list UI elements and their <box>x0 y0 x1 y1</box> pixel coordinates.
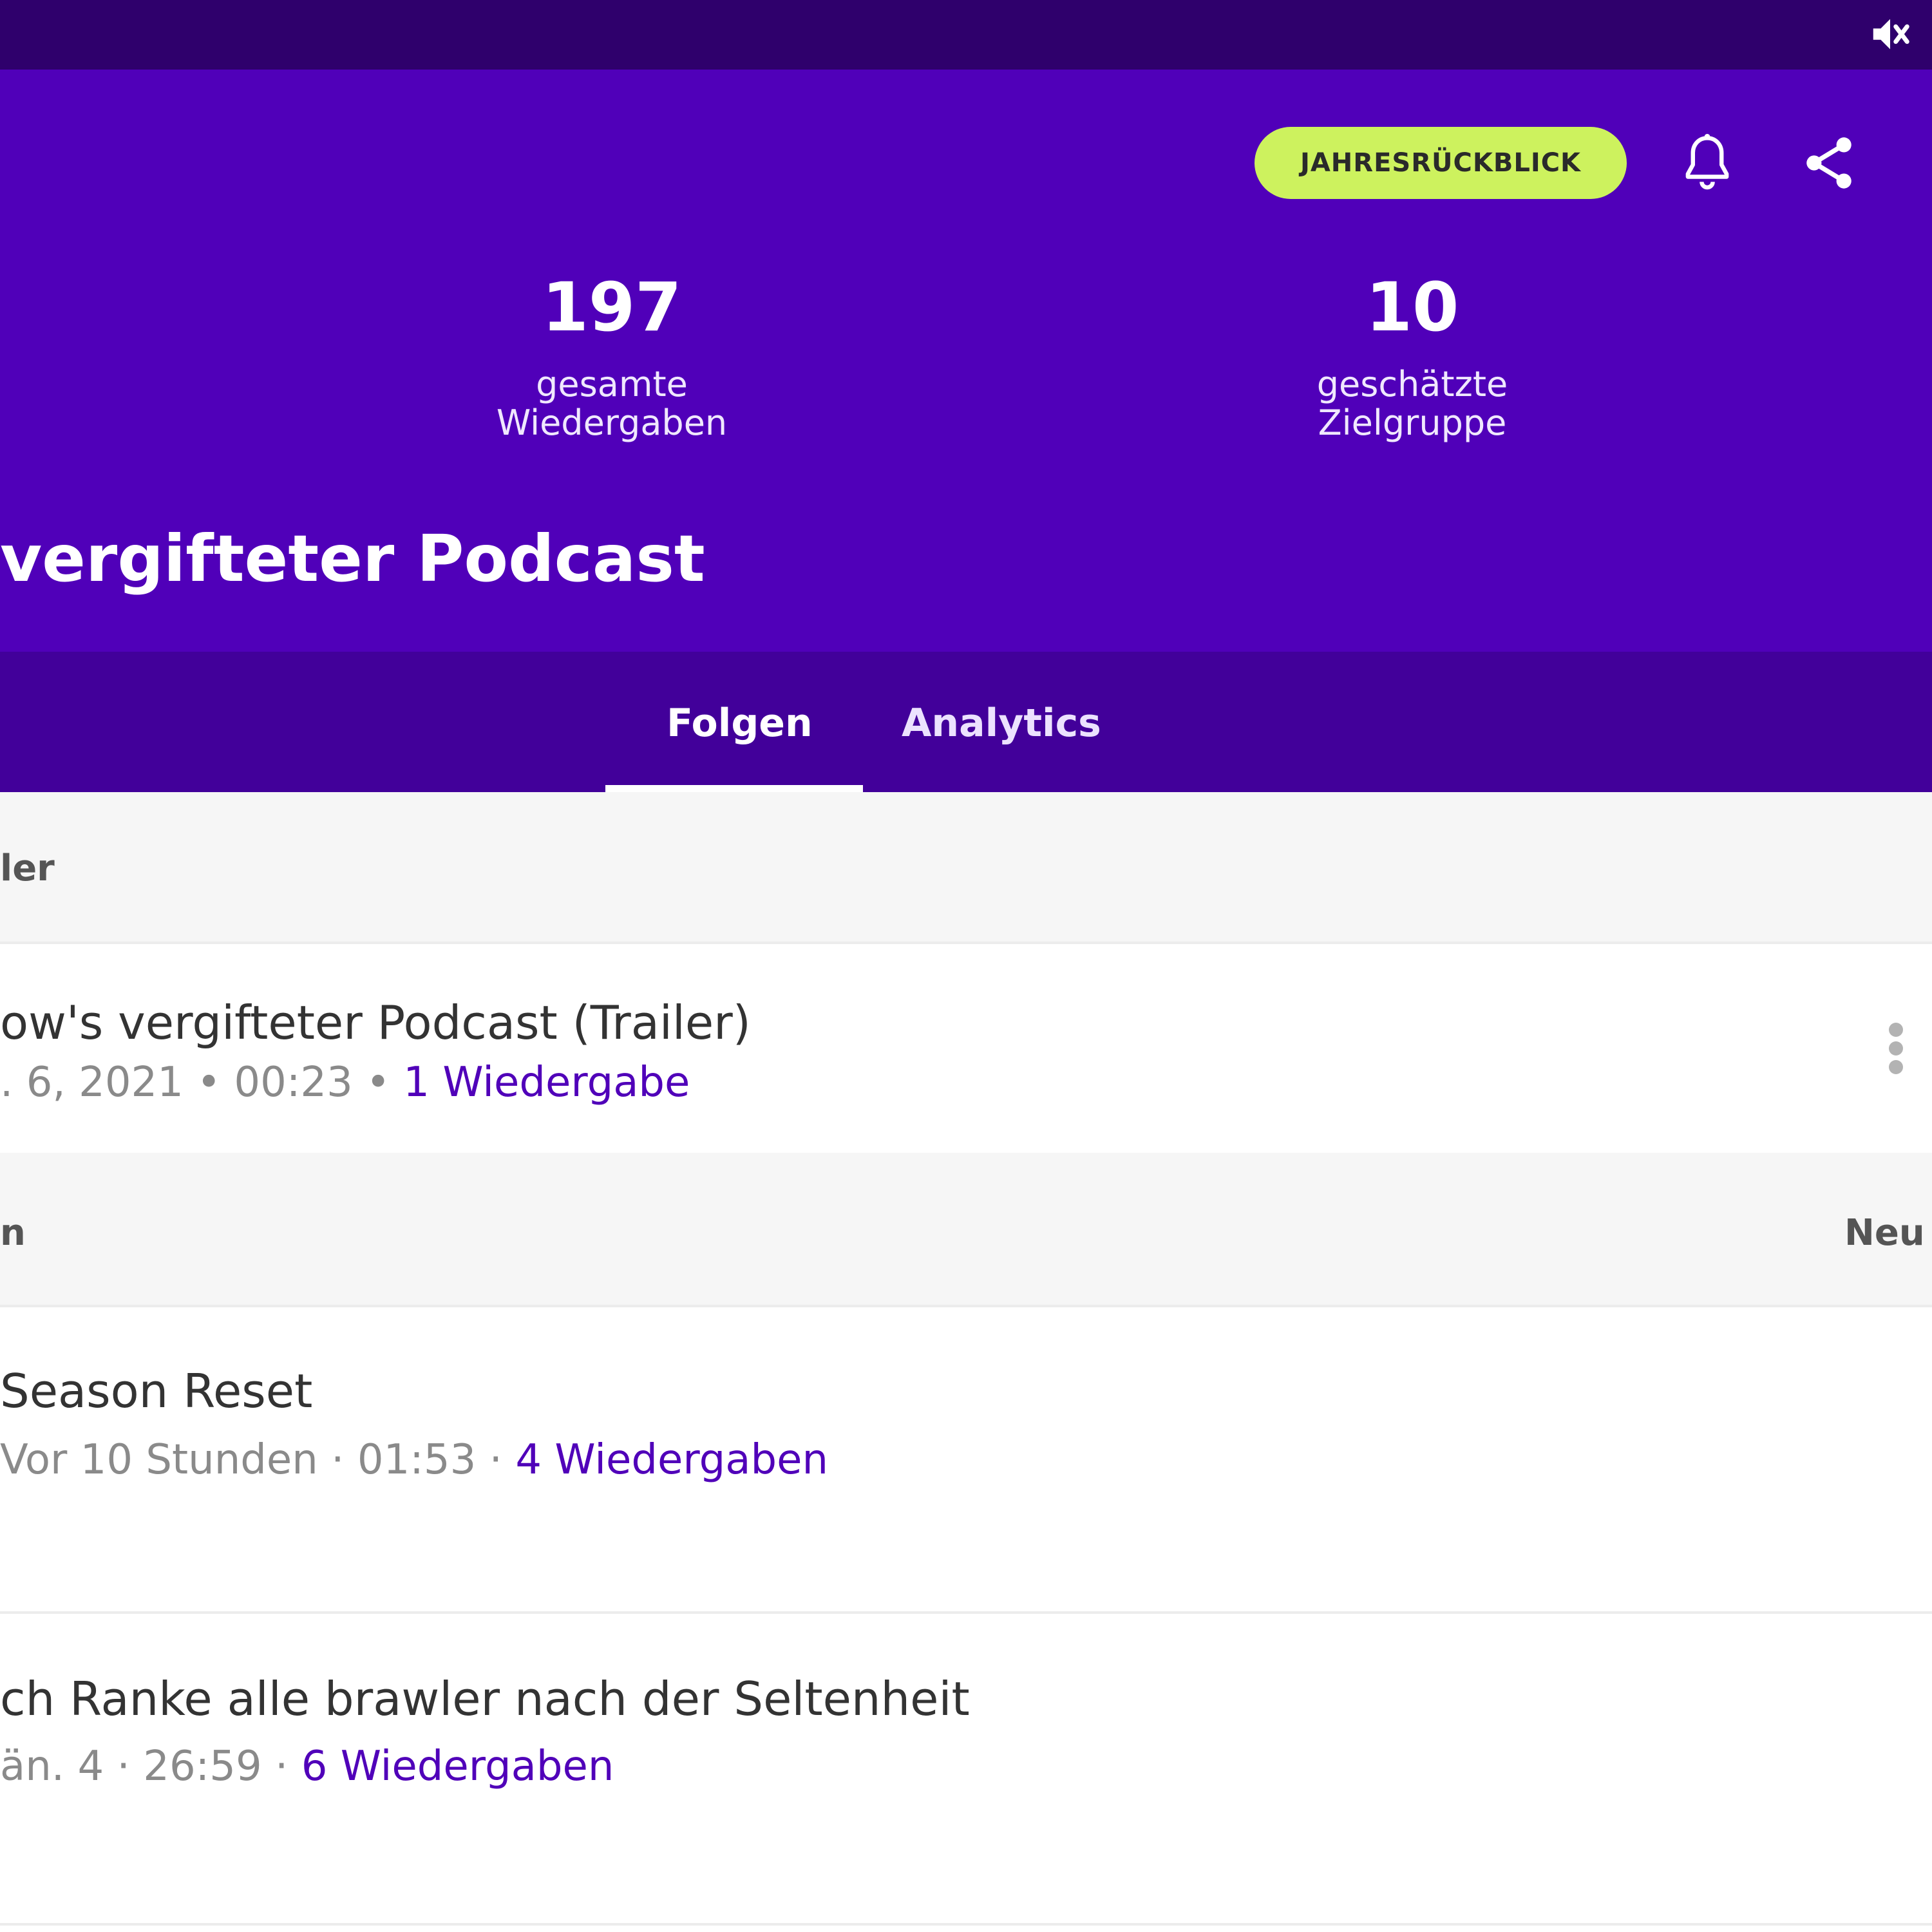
meta-separator: · <box>117 1743 144 1790</box>
tab-analytics[interactable]: Analytics <box>902 701 1101 746</box>
audience-label-line1: geschätzte <box>1316 364 1508 404</box>
episode-date: . 6, 2021 <box>0 1059 184 1106</box>
episode-duration: 01:53 <box>357 1436 477 1484</box>
trailer-section-heading: ler <box>0 848 55 889</box>
podcast-title: vergifteter Podcast <box>0 521 705 596</box>
episode-duration: 26:59 <box>143 1743 262 1790</box>
divider <box>0 1923 1932 1926</box>
total-plays-label-line2: Wiedergaben <box>496 402 728 443</box>
episode-plays-link[interactable]: 1 Wiedergabe <box>403 1059 690 1106</box>
audience-label: geschätzte Zielgruppe <box>1187 365 1638 442</box>
episode-plays-link[interactable]: 4 Wiedergaben <box>515 1436 828 1484</box>
meta-separator: · <box>275 1743 301 1790</box>
episode-title: ow's vergifteter Podcast (Trailer) <box>0 996 751 1050</box>
episode-plays-link[interactable]: 6 Wiedergaben <box>301 1743 614 1790</box>
audience-label-line2: Zielgruppe <box>1318 402 1507 443</box>
episode-meta: Vor 10 Stunden · 01:53 · 4 Wiedergaben <box>0 1436 828 1484</box>
year-review-button[interactable]: JAHRESRÜCKBLICK <box>1255 127 1627 199</box>
share-icon[interactable] <box>1803 135 1855 191</box>
episode-meta: . 6, 2021 • 00:23 • 1 Wiedergabe <box>0 1059 690 1106</box>
audience-value: 10 <box>1365 268 1459 346</box>
episode-duration: 00:23 <box>234 1059 353 1106</box>
episode-row[interactable]: ch Ranke alle brawler nach der Seltenhei… <box>0 1614 1932 1923</box>
trailer-section-header: ler <box>0 792 1932 942</box>
total-plays-value: 197 <box>542 268 682 346</box>
status-bar <box>0 0 1932 70</box>
episode-date: än. 4 <box>0 1743 104 1790</box>
meta-separator: · <box>489 1436 516 1484</box>
trailer-episode-row[interactable]: ow's vergifteter Podcast (Trailer) . 6, … <box>0 944 1932 1153</box>
episode-meta: än. 4 · 26:59 · 6 Wiedergaben <box>0 1743 614 1790</box>
tab-folgen[interactable]: Folgen <box>667 701 813 746</box>
episode-title: Season Reset <box>0 1364 313 1418</box>
episode-title: ch Ranke alle brawler nach der Seltenhei… <box>0 1672 970 1726</box>
volume-off-icon[interactable] <box>1868 12 1913 57</box>
episodes-section-heading: n <box>0 1212 26 1254</box>
total-plays-label-line1: gesamte <box>536 364 688 404</box>
episode-date: Vor 10 Stunden <box>0 1436 318 1484</box>
total-plays-label: gesamte Wiedergaben <box>386 365 837 442</box>
meta-separator: · <box>331 1436 357 1484</box>
sort-newest-button[interactable]: Neu <box>1844 1212 1925 1254</box>
more-options-icon[interactable] <box>1888 1023 1904 1074</box>
tab-selected-indicator <box>605 785 863 792</box>
meta-separator: • <box>366 1059 404 1106</box>
meta-separator: • <box>196 1059 234 1106</box>
episodes-section-header: n Neu <box>0 1153 1932 1305</box>
episode-row[interactable]: Season Reset Vor 10 Stunden · 01:53 · 4 … <box>0 1307 1932 1611</box>
bell-icon[interactable] <box>1680 132 1735 194</box>
